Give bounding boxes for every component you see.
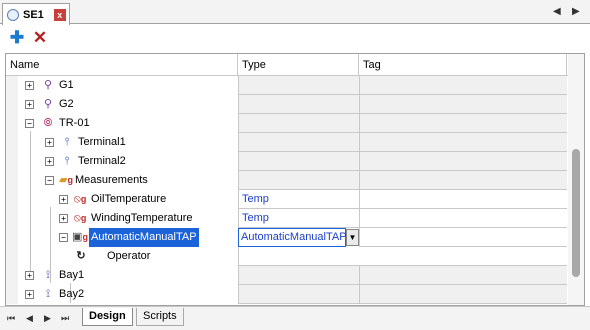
tree-row-label: TR-01 bbox=[59, 117, 90, 129]
tree-row-label: G1 bbox=[59, 79, 74, 91]
column-header-type[interactable]: Type bbox=[238, 54, 359, 76]
type-cell[interactable]: Temp bbox=[238, 209, 359, 228]
tab-scripts[interactable]: Scripts bbox=[136, 308, 184, 326]
prev-page-icon[interactable]: ◀ bbox=[26, 313, 33, 324]
tag-cell[interactable] bbox=[359, 228, 567, 247]
tree-row-oiltemperature[interactable]: + ⦸g OilTemperature Temp bbox=[6, 190, 567, 209]
tree-row-windingtemperature[interactable]: + ⦸g WindingTemperature Temp bbox=[6, 209, 567, 228]
tag-cell[interactable] bbox=[359, 285, 567, 304]
tag-cell[interactable] bbox=[359, 76, 567, 95]
tree-grid: Name Type Tag + ⚲ G1 + ⚲ G2 − ⦾ TR-01 + … bbox=[5, 53, 585, 306]
tab-scroll-left-icon[interactable]: ◀ bbox=[553, 6, 561, 17]
tab-design[interactable]: Design bbox=[82, 308, 133, 326]
column-header-name[interactable]: Name bbox=[6, 54, 238, 76]
tree-row-label: G2 bbox=[59, 98, 74, 110]
grid-header: Name Type Tag bbox=[6, 54, 584, 76]
tree-row-label: Bay1 bbox=[59, 269, 85, 281]
expand-icon[interactable]: + bbox=[45, 157, 54, 166]
type-cell[interactable] bbox=[238, 95, 359, 114]
tree-row-g1[interactable]: + ⚲ G1 bbox=[6, 76, 567, 95]
tree-row-bay2[interactable]: + ⟟ Bay2 bbox=[6, 285, 567, 304]
collapse-icon[interactable]: − bbox=[45, 176, 54, 185]
transformer-icon: ⦾ bbox=[43, 117, 53, 129]
terminal-icon: ⫯ bbox=[64, 155, 70, 167]
tag-cell[interactable] bbox=[359, 266, 567, 285]
type-cell[interactable] bbox=[238, 171, 359, 190]
document-tabbar: SE1 x ◀ ▶ bbox=[0, 0, 590, 25]
expand-icon[interactable]: + bbox=[25, 290, 34, 299]
tree-row-label: OilTemperature bbox=[91, 193, 167, 205]
add-button[interactable]: ✚ bbox=[8, 29, 26, 47]
scrollbar-thumb[interactable] bbox=[572, 149, 580, 277]
collapse-icon[interactable]: − bbox=[59, 233, 68, 242]
type-dropdown[interactable]: AutomaticManualTAP bbox=[238, 228, 347, 247]
tree-row-label: Terminal1 bbox=[78, 136, 126, 148]
folder-icon: ▰g bbox=[59, 174, 73, 186]
type-cell[interactable]: Temp bbox=[238, 190, 359, 209]
tree-row-label: Measurements bbox=[75, 174, 148, 186]
expand-icon[interactable]: + bbox=[59, 195, 68, 204]
tree-row-label: Terminal2 bbox=[78, 155, 126, 167]
tag-cell[interactable] bbox=[359, 133, 567, 152]
expand-icon[interactable]: + bbox=[59, 214, 68, 223]
bay-icon: ⟟ bbox=[45, 269, 51, 281]
tag-cell[interactable] bbox=[359, 114, 567, 133]
generator-icon: ⚲ bbox=[43, 98, 53, 110]
collapse-icon[interactable]: − bbox=[25, 119, 34, 128]
bottom-tabbar: ⏮ ◀ ▶ ⏭ Design Scripts bbox=[0, 306, 590, 330]
tag-cell[interactable] bbox=[359, 152, 567, 171]
tag-cell[interactable] bbox=[359, 171, 567, 190]
operator-icon: ↻ bbox=[76, 250, 86, 262]
measurement-icon: ⦸g bbox=[73, 212, 87, 224]
type-cell[interactable] bbox=[238, 266, 359, 285]
tree-row-g2[interactable]: + ⚲ G2 bbox=[6, 95, 567, 114]
tag-cell[interactable] bbox=[359, 95, 567, 114]
tree-row-label: Operator bbox=[107, 250, 151, 262]
toolbar: ✚ ✕ bbox=[0, 25, 590, 51]
measurement-icon: ⦸g bbox=[73, 193, 87, 205]
last-page-icon[interactable]: ⏭ bbox=[61, 313, 69, 324]
tree-row-measurements[interactable]: − ▰g Measurements bbox=[6, 171, 567, 190]
close-tab-icon[interactable]: x bbox=[53, 8, 66, 21]
tag-cell[interactable] bbox=[359, 209, 567, 228]
tree-row-terminal2[interactable]: + ⫯ Terminal2 bbox=[6, 152, 567, 171]
tab-scroll-right-icon[interactable]: ▶ bbox=[572, 6, 580, 17]
tree-row-bay1[interactable]: + ⟟ Bay1 bbox=[6, 266, 567, 285]
type-cell[interactable] bbox=[238, 114, 359, 133]
vertical-scrollbar[interactable] bbox=[568, 54, 584, 305]
tree-row-label: Bay2 bbox=[59, 288, 85, 300]
discrete-measurement-icon: ▣g bbox=[72, 231, 88, 243]
terminal-icon: ⫯ bbox=[64, 136, 70, 148]
expand-icon[interactable]: + bbox=[25, 81, 34, 90]
type-cell[interactable] bbox=[238, 133, 359, 152]
tree-row-operator[interactable]: ↻ Operator bbox=[6, 247, 567, 266]
type-cell[interactable] bbox=[238, 76, 359, 95]
dropdown-arrow-icon[interactable]: ▼ bbox=[346, 229, 359, 246]
tree-row-label: AutomaticManualTAP bbox=[89, 228, 199, 247]
generator-icon: ⚲ bbox=[43, 79, 53, 91]
tree-row-tr-01[interactable]: − ⦾ TR-01 bbox=[6, 114, 567, 133]
type-cell[interactable] bbox=[238, 247, 567, 266]
first-page-icon[interactable]: ⏮ bbox=[7, 313, 15, 324]
document-tab-label: SE1 bbox=[23, 8, 44, 21]
delete-button[interactable]: ✕ bbox=[31, 29, 49, 47]
type-cell[interactable] bbox=[238, 152, 359, 171]
expand-icon[interactable]: + bbox=[25, 271, 34, 280]
type-cell[interactable] bbox=[238, 285, 359, 304]
document-icon bbox=[7, 8, 19, 21]
document-tab-se1[interactable]: SE1 x bbox=[2, 3, 70, 25]
tree-row-label: WindingTemperature bbox=[91, 212, 193, 224]
bay-icon: ⟟ bbox=[45, 288, 51, 300]
tree-row-automaticmanualtap[interactable]: − ▣g AutomaticManualTAP AutomaticManualT… bbox=[6, 228, 567, 247]
expand-icon[interactable]: + bbox=[25, 100, 34, 109]
tag-cell[interactable] bbox=[359, 190, 567, 209]
expand-icon[interactable]: + bbox=[45, 138, 54, 147]
next-page-icon[interactable]: ▶ bbox=[44, 313, 51, 324]
tree-row-terminal1[interactable]: + ⫯ Terminal1 bbox=[6, 133, 567, 152]
column-header-tag[interactable]: Tag bbox=[359, 54, 567, 76]
